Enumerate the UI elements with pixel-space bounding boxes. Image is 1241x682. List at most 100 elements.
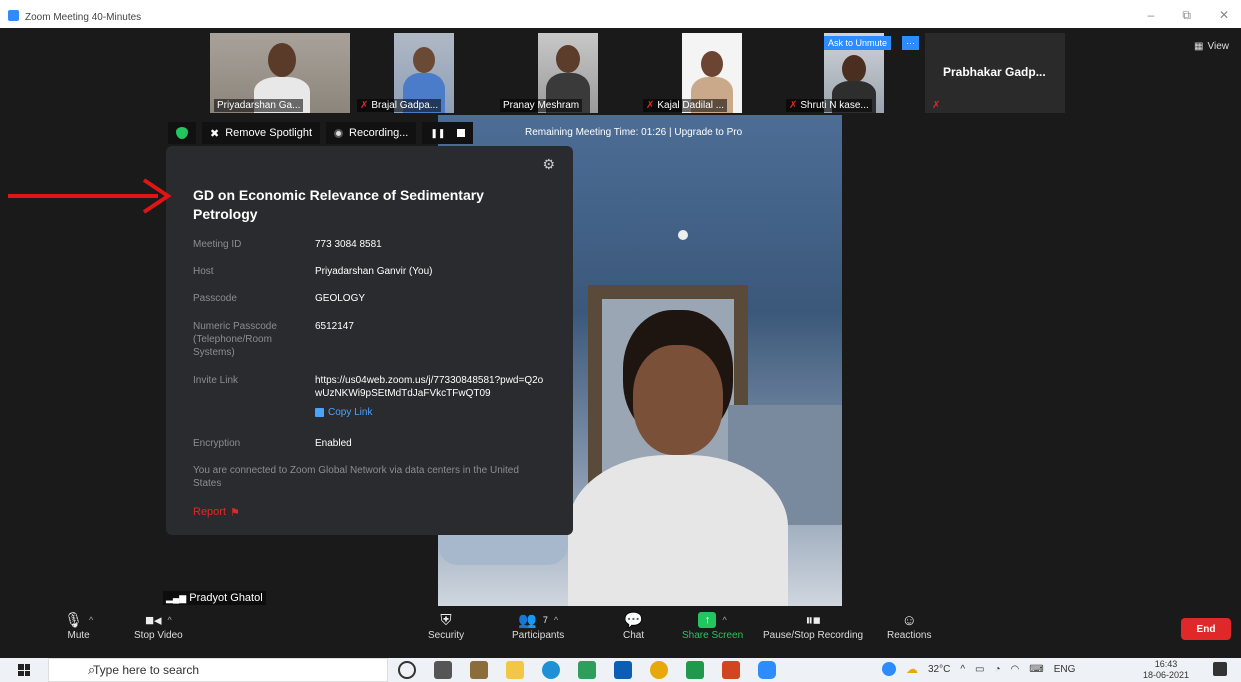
taskbar-search[interactable]: Type here to search [48,658,388,682]
store-icon[interactable] [470,661,488,679]
participant-name: Priyadarshan Ga... [214,99,304,112]
pause-icon[interactable]: ❚❚ [430,128,445,139]
reactions-button[interactable]: ☺ Reactions [887,610,931,642]
file-explorer-icon[interactable] [506,661,524,679]
participant-tile[interactable]: Pranay Meshram [496,33,636,113]
help-icon[interactable] [882,662,896,676]
host-row: Host Priyadarshan Ganvir (You) [193,265,553,278]
pause-stop-recording-button[interactable]: ⏸⏹ Pause/Stop Recording [763,610,863,642]
remaining-time-banner[interactable]: Remaining Meeting Time: 01:26 | Upgrade … [525,127,742,138]
participants-button[interactable]: 👥 7 ^ Participants [512,610,564,641]
invite-link-value[interactable]: https://us04web.zoom.us/j/77330848581?pw… [315,374,545,400]
windows-start-icon[interactable] [18,664,30,676]
grid-icon: ▦ [1194,41,1204,52]
zoom-taskbar-icon[interactable] [758,661,776,679]
chrome-icon[interactable] [650,661,668,679]
signal-icon: ▂▄▆ [166,593,187,603]
recording-indicator: Recording... [326,122,417,144]
wifi-icon[interactable]: ◠ [1011,664,1020,675]
windows-taskbar: Type here to search ⌕ ☁ 32°C ^ ▭ ◔ ◠ ⌨ E… [0,658,1241,682]
video-camera-icon: ■◂ [144,612,162,629]
copy-link-button[interactable]: Copy Link [315,407,372,418]
remove-spotlight-button[interactable]: ✖ Remove Spotlight [202,122,321,144]
chevron-up-icon[interactable]: ^ [554,615,558,625]
language-indicator[interactable]: ENG [1054,664,1076,675]
network-icon[interactable]: ◔ [995,664,1001,675]
minimize-button[interactable]: – [1148,8,1155,23]
chat-button[interactable]: 💬 Chat [623,610,644,641]
numeric-passcode-row: Numeric Passcode (Telephone/Room Systems… [193,320,553,359]
edge-icon[interactable] [542,661,560,679]
tripadvisor-icon[interactable] [578,661,596,679]
share-screen-button[interactable]: ↑ ^ Share Screen [682,610,743,641]
pause-stop-icon: ⏸⏹ [805,611,821,629]
participant-tile[interactable]: ✗ Brajal Gadpa... [353,33,493,113]
copy-icon [315,408,324,417]
participant-name: ✗ Kajal Dadilal ... [643,99,728,112]
taskbar-apps [398,661,776,679]
pin-icon: ✖ [210,127,220,140]
flag-icon: ⚑ [230,507,240,519]
share-arrow-icon: ↑ [698,612,717,628]
encryption-row: Encryption Enabled [193,437,553,450]
annotation-arrow-icon [8,178,172,214]
stop-icon[interactable] [457,129,466,137]
keyboard-icon[interactable]: ⌨ [1029,664,1043,675]
participant-name: ✗ Shruti N kase... [786,99,872,112]
passcode-row: Passcode GEOLOGY [193,292,553,305]
more-options-button[interactable]: ··· [902,36,919,50]
notification-icon[interactable] [1213,662,1227,676]
participant-name: ✗ [929,99,943,112]
invite-link-row: Invite Link https://us04web.zoom.us/j/77… [193,374,545,400]
smiley-icon: ☺ [901,611,917,629]
zoom-logo-icon [8,10,19,21]
view-button[interactable]: ▦ View [1194,41,1229,52]
system-tray: ☁ 32°C ^ ▭ ◔ ◠ ⌨ ENG [882,662,1075,676]
microphone-icon: 🎙 [64,612,84,629]
network-note: You are connected to Zoom Global Network… [193,465,519,489]
chevron-up-icon[interactable]: ^ [168,615,172,625]
chevron-up-icon[interactable]: ^ [960,664,965,675]
window-titlebar: Zoom Meeting 40-Minutes – ⧉ ✕ [0,0,1241,28]
task-view-icon[interactable] [434,661,452,679]
stop-video-button[interactable]: ■◂ ^ Stop Video [134,610,183,641]
security-button[interactable]: ⛨ Security [428,610,464,642]
temperature[interactable]: 32°C [928,664,950,675]
participant-name: ✗ Brajal Gadpa... [357,99,442,112]
participant-tile[interactable]: Prabhakar Gadp... ✗ [925,33,1065,113]
excel-icon[interactable] [686,661,704,679]
cortana-icon[interactable] [398,661,416,679]
mute-button[interactable]: 🎙 ^ Mute [64,610,93,641]
mail-icon[interactable] [614,661,632,679]
chevron-up-icon[interactable]: ^ [89,615,93,625]
meeting-topbar: ✖ Remove Spotlight Recording... ❚❚ [168,122,474,144]
meeting-id-row: Meeting ID 773 3084 8581 [193,238,553,251]
end-meeting-button[interactable]: End [1181,618,1231,640]
powerpoint-icon[interactable] [722,661,740,679]
passcode-value: GEOLOGY [315,293,366,304]
weather-icon[interactable]: ☁ [906,662,918,676]
host-value: Priyadarshan Ganvir (You) [315,266,433,277]
report-button[interactable]: Report ⚑ [193,506,240,519]
participant-name-large: Prabhakar Gadp... [943,65,1046,79]
restore-button[interactable]: ⧉ [1182,8,1191,23]
ask-to-unmute-button[interactable]: Ask to Unmute [824,36,892,50]
participant-tile[interactable]: Ask to Unmute ··· ✗ Shruti N kase... [782,33,922,113]
participants-icon: 👥 [518,612,537,629]
chat-bubble-icon: 💬 [624,612,643,629]
window-title: Zoom Meeting 40-Minutes [25,12,142,23]
numeric-passcode-value: 6512147 [315,321,354,332]
battery-icon[interactable]: ▭ [975,664,984,675]
participant-tile[interactable]: ✗ Kajal Dadilal ... [639,33,779,113]
search-icon: ⌕ [88,662,96,677]
recording-controls: ❚❚ [422,122,474,144]
taskbar-clock[interactable]: 16:43 18-06-2021 [1143,659,1189,681]
chevron-up-icon[interactable]: ^ [722,615,726,625]
encryption-value: Enabled [315,438,352,449]
security-badge[interactable] [168,122,196,144]
participant-tile[interactable]: Priyadarshan Ga... [210,33,350,113]
gear-icon[interactable]: ⚙ [542,156,555,173]
close-button[interactable]: ✕ [1219,8,1229,23]
muted-mic-icon: ✗ [789,100,798,111]
speaker-name-tag: ▂▄▆ Pradyot Ghatol [163,591,266,605]
